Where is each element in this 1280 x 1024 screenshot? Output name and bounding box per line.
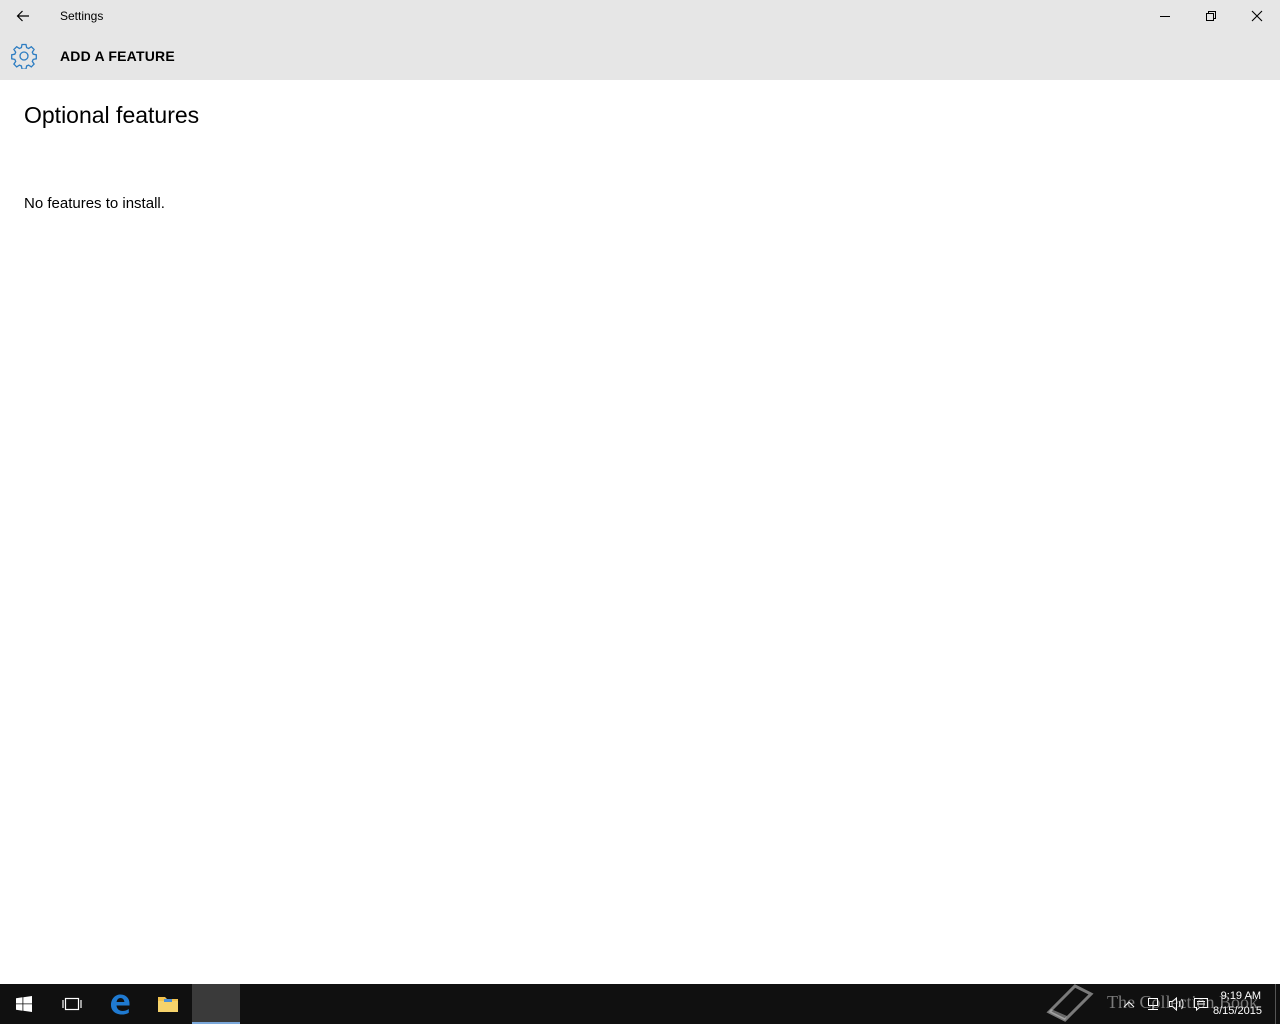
notification-icon (1194, 998, 1208, 1012)
main-content: Optional features No features to install… (24, 102, 199, 212)
action-center-button[interactable] (1189, 984, 1213, 1024)
network-button[interactable] (1141, 984, 1165, 1024)
page-title: Optional features (24, 102, 200, 128)
chevron-up-icon (1123, 1001, 1135, 1008)
header-title: ADD A FEATURE (60, 48, 175, 64)
clock-time: 9:19 AM (1220, 990, 1261, 1002)
folder-icon (158, 997, 178, 1012)
empty-message: No features to install. (24, 195, 165, 212)
taskbar: 9:19 AM 8/15/2015 (0, 984, 1280, 1024)
show-desktop-button[interactable] (1275, 984, 1280, 1024)
header-gear (0, 32, 48, 80)
caption-buttons (1142, 0, 1280, 32)
edge-icon (111, 994, 130, 1015)
start-button[interactable] (0, 984, 48, 1024)
windows-logo-icon (16, 996, 32, 1012)
back-arrow-icon (16, 10, 29, 22)
settings-window: Settings ADD A FEATURE Optional features… (0, 0, 1280, 984)
volume-button[interactable] (1165, 984, 1189, 1024)
title-bar: Settings (0, 0, 1280, 32)
window-title: Settings (60, 9, 104, 23)
back-button[interactable] (0, 0, 46, 32)
close-button[interactable] (1234, 0, 1280, 32)
page-header: ADD A FEATURE (0, 32, 1280, 80)
network-icon (1148, 998, 1158, 1010)
minimize-icon (1160, 16, 1170, 17)
show-hidden-icons-button[interactable] (1117, 984, 1141, 1024)
close-icon (1251, 10, 1263, 22)
task-view-button[interactable] (48, 984, 96, 1024)
settings-app-icon (216, 1004, 217, 1005)
settings-taskbar-button[interactable] (192, 984, 240, 1024)
gear-icon (11, 43, 37, 69)
file-explorer-button[interactable] (144, 984, 192, 1024)
speaker-icon (1169, 996, 1184, 1012)
restore-icon (1206, 11, 1216, 21)
clock-date: 8/15/2015 (1213, 1005, 1262, 1017)
task-view-icon (62, 997, 82, 1011)
clock[interactable]: 9:19 AM 8/15/2015 (1213, 984, 1275, 1024)
system-tray: 9:19 AM 8/15/2015 (1117, 984, 1280, 1024)
minimize-button[interactable] (1142, 0, 1188, 32)
restore-button[interactable] (1188, 0, 1234, 32)
edge-button[interactable] (96, 984, 144, 1024)
